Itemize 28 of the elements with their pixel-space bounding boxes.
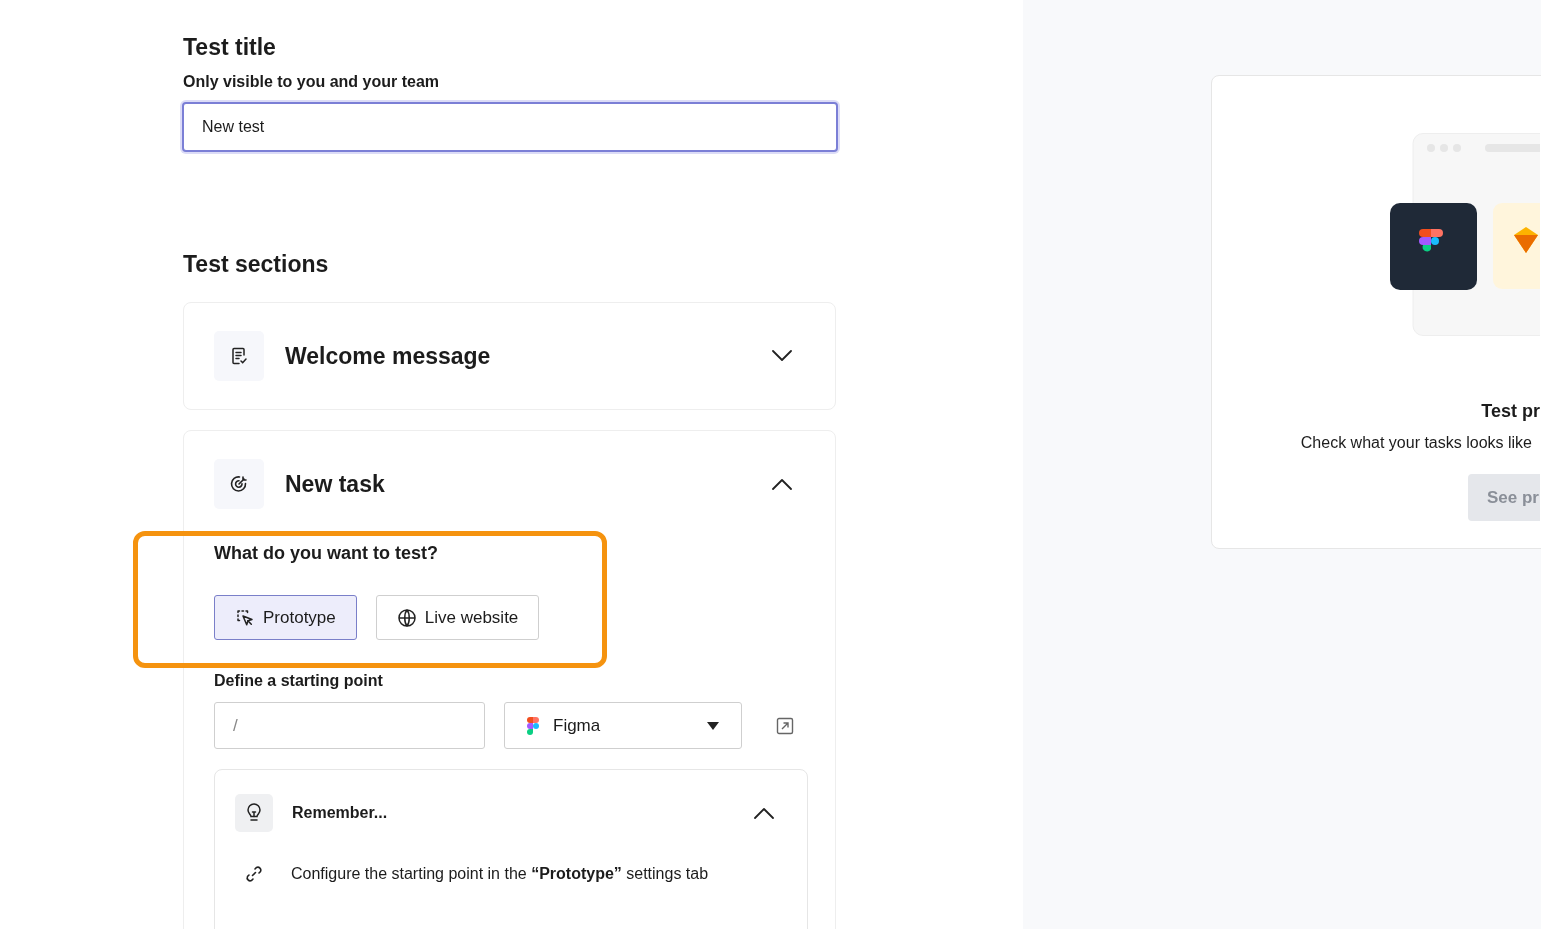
chevron-icon[interactable] xyxy=(753,807,775,819)
option-button[interactable]: Prototype xyxy=(214,595,357,640)
remember-title: Remember... xyxy=(292,804,389,822)
starting-point-label: Define a starting point xyxy=(214,672,384,690)
field-title: Test title xyxy=(183,34,277,61)
globe-icon xyxy=(396,607,417,628)
cursor-select-icon xyxy=(235,607,255,628)
dropdown-arrow-icon xyxy=(707,721,719,730)
chevron-icon[interactable] xyxy=(771,350,793,362)
chevron-icon[interactable] xyxy=(771,478,793,490)
path-input-field[interactable]: / xyxy=(214,702,485,749)
section-heading: Test sections xyxy=(183,251,330,278)
figma-logo-icon xyxy=(527,716,539,735)
lightbulb-icon xyxy=(245,803,263,823)
question-label: What do you want to test? xyxy=(214,543,439,564)
link-icon xyxy=(244,864,264,884)
option-button[interactable]: Live website xyxy=(375,595,540,640)
preview-text: Check what your tasks looks like xyxy=(1300,434,1532,452)
target-icon xyxy=(229,474,249,494)
field-hint: Only visible to you and your team xyxy=(183,73,441,91)
open-external-icon[interactable] xyxy=(776,716,794,735)
remember-text: Configure the starting point in the “Prototype” settings tab xyxy=(291,865,709,883)
preview-title: Test pr xyxy=(1481,401,1540,422)
tool-dropdown[interactable]: Figma xyxy=(504,702,742,749)
title-input-field[interactable]: New test xyxy=(182,102,838,152)
section-title: Welcome message xyxy=(285,342,492,370)
checklist-icon xyxy=(229,346,249,366)
section-title: New task xyxy=(285,470,386,498)
